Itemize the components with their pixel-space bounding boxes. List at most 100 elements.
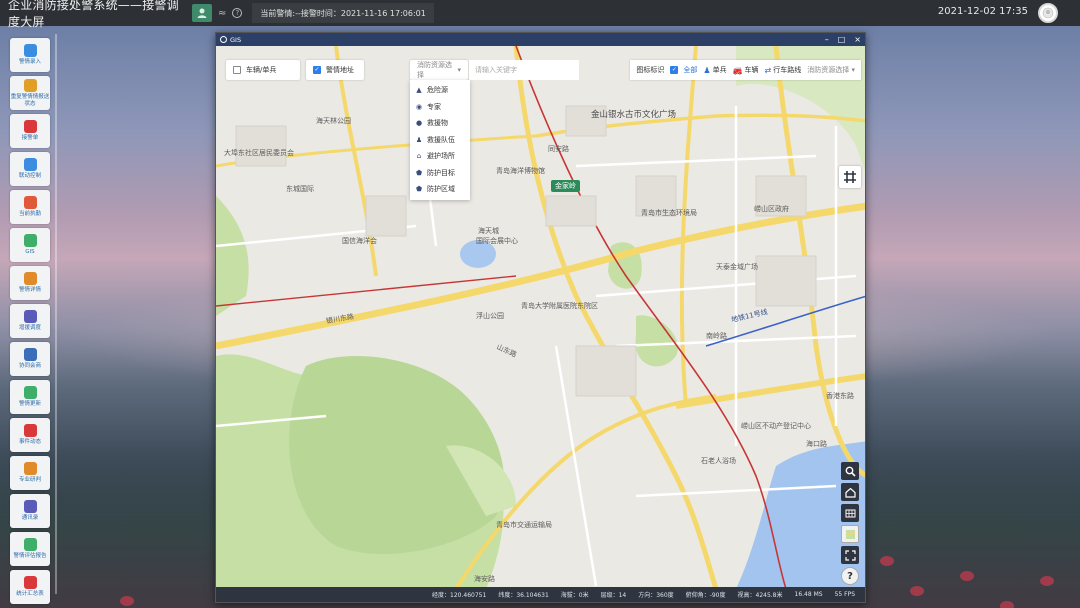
sidebar-item[interactable]: 专业研判 — [10, 456, 50, 490]
alarm-time: 2021-11-16 17:06:01 — [340, 8, 426, 18]
sidebar-item[interactable]: 警情更新 — [10, 380, 50, 414]
help-icon[interactable]: ? — [232, 8, 243, 18]
sidebar-item-icon — [23, 538, 37, 551]
resource-menu-item[interactable]: ● 救援物 — [410, 115, 470, 132]
resource-menu-item[interactable]: ♟ 救援队伍 — [410, 132, 470, 149]
dispatch-toggle-button[interactable] — [192, 4, 212, 22]
help-button[interactable]: ? — [841, 567, 859, 585]
map-label: 同安路 — [548, 145, 569, 153]
resource-menu-label: 专家 — [427, 102, 441, 111]
sidebar-item[interactable]: 事件动态 — [10, 418, 50, 452]
vehicle-filter-label: 车辆/单兵 — [246, 66, 277, 74]
sidebar-item-label: 增援调度 — [18, 325, 41, 331]
avatar[interactable] — [1038, 3, 1058, 23]
sidebar-item-label: 当前执勤 — [18, 211, 41, 217]
flower-decoration — [1000, 601, 1014, 608]
minimize-button[interactable]: – — [825, 33, 829, 46]
gis-logo-icon — [220, 36, 227, 43]
legend-all-label: 全部 — [683, 66, 698, 74]
vehicle-icon: 🚒 — [732, 65, 743, 75]
legend-single[interactable]: ♟ 单兵 — [703, 65, 726, 75]
legend-all-checkbox[interactable]: 全部 — [670, 65, 697, 75]
legend-route[interactable]: ⇄ 行车路线 — [765, 65, 802, 75]
status-latitude: 纬度：36.104631 — [498, 592, 549, 599]
flower-decoration — [120, 596, 134, 606]
sidebar-item[interactable]: 警情评估报告 — [10, 532, 50, 566]
map-tools: ? — [841, 462, 859, 588]
chevron-down-icon: ▾ — [851, 66, 855, 74]
resource-menu-item[interactable]: ⬟ 防护区域 — [410, 181, 470, 198]
flower-decoration — [1040, 576, 1054, 586]
address-filter-checkbox[interactable]: 警情地址 — [306, 60, 364, 80]
map-search-button[interactable] — [841, 462, 859, 480]
maximize-button[interactable]: □ — [838, 33, 846, 46]
legend-resource-dropdown[interactable]: 消防资源选择 ▾ — [807, 65, 855, 75]
resource-select-dropdown[interactable]: 消防资源选择 ▾ — [410, 60, 468, 80]
sidebar-item[interactable]: 警情录入 — [10, 38, 50, 72]
map-label: 崂山区政府 — [754, 205, 789, 213]
route-icon: ⇄ — [764, 65, 772, 75]
shield-icon: ⬟ — [415, 168, 423, 177]
sidebar-item-label: 警情录入 — [18, 59, 41, 65]
current-alarm-box[interactable]: 当前警情:--接警时间： 2021-11-16 17:06:01 — [252, 3, 434, 23]
map-label: 香港东路 — [826, 392, 854, 400]
vehicle-filter-checkbox[interactable]: 车辆/单兵 — [226, 60, 300, 80]
user-location-icon — [197, 8, 207, 18]
status-ms: 16.48 MS — [794, 591, 823, 598]
layer-grid-button[interactable] — [841, 504, 859, 522]
sidebar-item[interactable]: 协同会商 — [10, 342, 50, 376]
sidebar-item-icon — [23, 120, 37, 133]
sidebar-item-label: 专业研判 — [18, 477, 41, 483]
alarm-prefix: 当前警情:--接警时间： — [260, 8, 341, 18]
resource-menu-label: 救援物 — [427, 119, 448, 128]
sidebar-item[interactable]: 接警单 — [10, 114, 50, 148]
sidebar-item[interactable]: 通讯录 — [10, 494, 50, 528]
sidebar-item[interactable]: 统计汇总表 — [10, 570, 50, 604]
sidebar-item-label: GIS — [25, 249, 35, 255]
status-pitch: 俯仰角：-90度 — [685, 592, 726, 599]
sidebar-item-icon — [23, 196, 37, 209]
legend-vehicle[interactable]: 🚒 车辆 — [733, 65, 759, 75]
map-canvas[interactable]: 金山银水古币文化广场 大埠东社区居民委员会 青岛海洋博物馆 海天林公园 国信海洋… — [216, 46, 865, 589]
sidebar-item[interactable]: 重复警情情报送状态 — [10, 76, 50, 110]
basemap-switch-button[interactable] — [841, 525, 859, 543]
map-label: 东城国际 — [286, 185, 314, 193]
current-datetime: 2021-12-02 17:35 — [937, 6, 1028, 17]
resource-dropdown-menu: ▲ 危险源 ◉ 专家 ● 救援物 ♟ 救援队伍 ⌂ 避护场所 ⬟ 防护目标 ⬟ 防护区域 — [410, 80, 470, 200]
sidebar-item-label: 统计汇总表 — [16, 591, 44, 597]
close-button[interactable]: × — [854, 33, 861, 46]
gis-titlebar[interactable]: GIS – □ × — [216, 33, 865, 46]
map-tiles — [216, 46, 865, 589]
sidebar-item-icon — [23, 386, 37, 399]
fullscreen-button[interactable] — [841, 546, 859, 564]
gis-window-title: GIS — [230, 35, 242, 44]
sidebar-item-label: 警情评估报告 — [13, 553, 47, 559]
sidebar-item-icon — [23, 576, 37, 589]
resource-menu-item[interactable]: ⬟ 防护目标 — [410, 165, 470, 182]
resource-menu-label: 防护目标 — [427, 168, 455, 177]
user-avatar-icon — [1042, 7, 1054, 19]
map-label: 海安路 — [474, 575, 495, 583]
sidebar-item[interactable]: 联动控制 — [10, 152, 50, 186]
sidebar-scrollbar[interactable] — [55, 34, 57, 594]
sidebar-item-icon — [23, 462, 37, 475]
home-button[interactable] — [841, 483, 859, 501]
legend-resource-label: 消防资源选择 — [807, 66, 850, 74]
map-label: 浮山公园 — [476, 312, 504, 320]
grid-toggle-button[interactable] — [839, 166, 861, 188]
sidebar-item[interactable]: 增援调度 — [10, 304, 50, 338]
map-label: 天泰金域广场 — [716, 263, 758, 271]
signal-icon[interactable]: ≈ — [218, 8, 226, 19]
sidebar-item[interactable]: 警情详情 — [10, 266, 50, 300]
sidebar-item[interactable]: GIS — [10, 228, 50, 262]
soldier-icon: ♟ — [703, 65, 711, 75]
resource-menu-item[interactable]: ◉ 专家 — [410, 99, 470, 116]
keyword-search-input[interactable] — [469, 60, 579, 80]
resource-menu-item[interactable]: ▲ 危险源 — [410, 82, 470, 99]
resource-menu-item[interactable]: ⌂ 避护场所 — [410, 148, 470, 165]
sidebar-item-icon — [23, 158, 37, 171]
map-label: 海天林公园 — [316, 117, 351, 125]
flower-decoration — [880, 556, 894, 566]
map-label: 南岭路 — [706, 332, 727, 340]
sidebar-item[interactable]: 当前执勤 — [10, 190, 50, 224]
